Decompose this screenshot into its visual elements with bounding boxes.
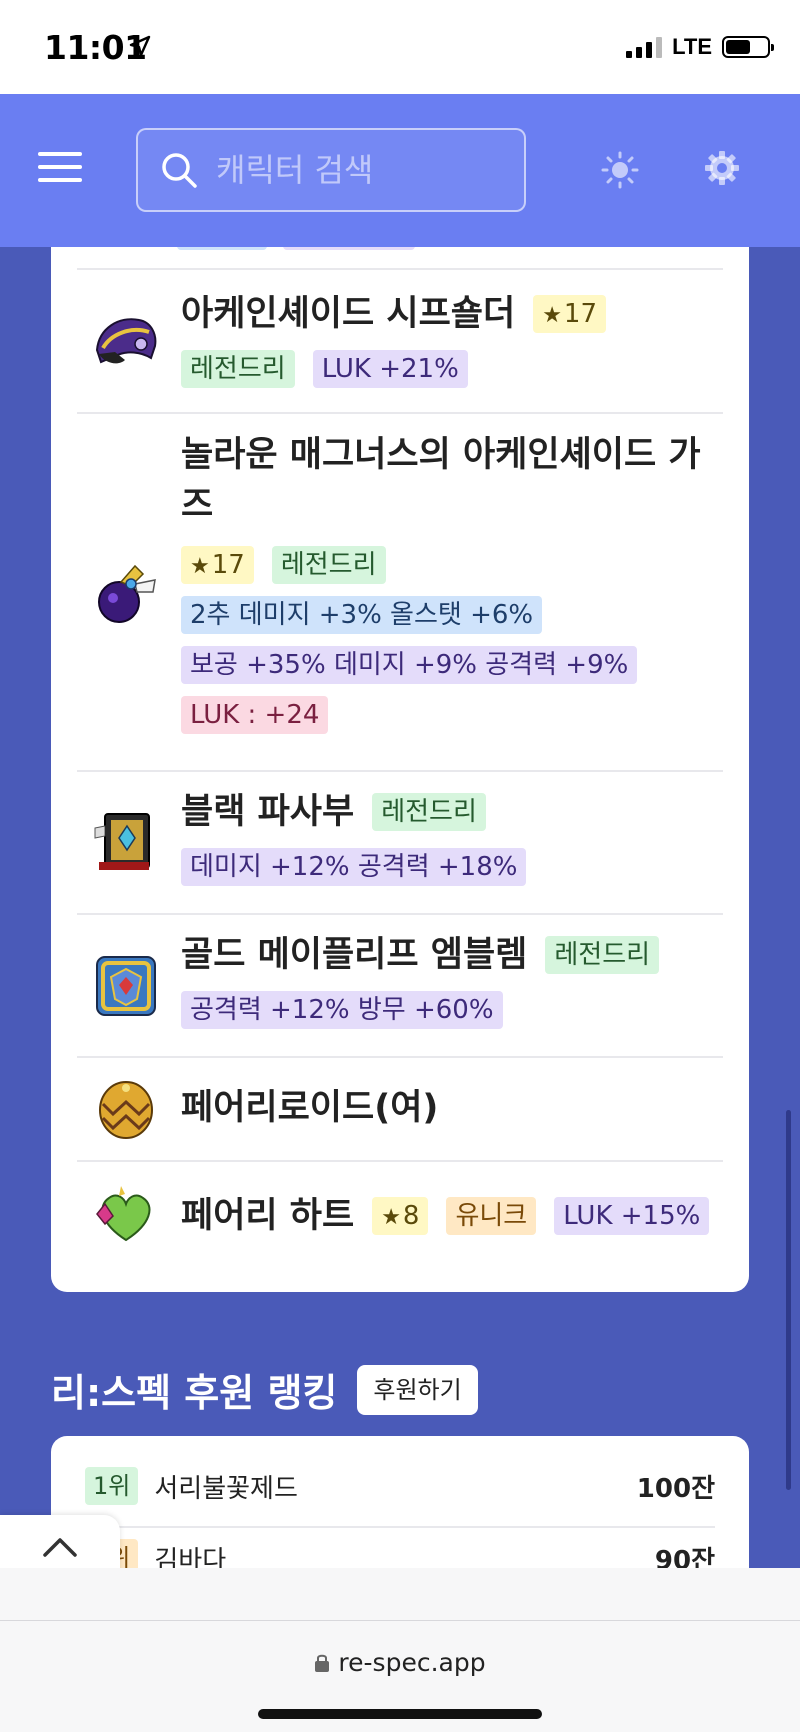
network-label: LTE: [672, 34, 712, 59]
item-name: 골드 메이플리프 엠블렘: [181, 935, 528, 975]
sponsor-amount: 100잔: [636, 1473, 715, 1504]
item-name: 블랙 파사부: [181, 792, 355, 832]
item-row[interactable]: 아케인셰이드 시프숄더 ★17 레전드리 LUK +21%: [77, 268, 723, 412]
search-box[interactable]: [136, 128, 526, 212]
android-heart-item-icon: [99, 1081, 153, 1139]
item-name: 페어리 하트: [181, 1196, 355, 1236]
item-row[interactable]: 놀라운 매그너스의 아케인셰이드 가즈 ★17 레전드리 2추 데미지 +3% …: [77, 412, 723, 770]
heart-item-icon: [96, 1186, 151, 1242]
grade-badge: 유니크: [446, 1197, 537, 1235]
item-name: 페어리로이드(여): [181, 1088, 439, 1128]
item-row[interactable]: 블랙 파사부 레전드리 데미지 +12% 공격력 +18%: [77, 770, 723, 913]
ranking-header: 리:스펙 후원 랭킹 후원하기: [51, 1362, 478, 1417]
status-bar: 11:01 LTE: [0, 0, 800, 94]
star-icon: ★: [542, 303, 562, 328]
starforce-badge: ★17: [533, 295, 607, 333]
sponsor-button[interactable]: 후원하기: [357, 1364, 478, 1415]
item-row[interactable]: 페어리로이드(여): [77, 1056, 723, 1160]
item-name: 놀라운 매그너스의 아케인셰이드 가즈: [181, 435, 701, 525]
emblem-item-icon: [96, 956, 156, 1016]
chevron-up-icon: [43, 1538, 77, 1557]
search-icon: [162, 153, 197, 188]
browser-bar: re-spec.app: [0, 1568, 800, 1732]
star-icon: ★: [381, 1205, 401, 1230]
gear-icon[interactable]: [702, 148, 742, 188]
gaze-item-icon: [98, 564, 156, 623]
potential-option: 데미지 +12% 공격력 +18%: [181, 848, 527, 886]
grade-badge: 레전드리: [271, 546, 386, 584]
badge-item-icon: [94, 813, 150, 870]
potential-option: LUK +15%: [554, 1197, 710, 1235]
additional-option: 2추 데미지 +3% 올스탯 +6%: [181, 596, 543, 634]
character-search-input[interactable]: [216, 151, 516, 189]
potential-option: 보공 +35% 데미지 +9% 공격력 +9%: [181, 646, 638, 684]
app-header: [0, 94, 800, 247]
url-text: re-spec.app: [338, 1648, 486, 1677]
shoulder-item-icon: [95, 318, 157, 364]
ranking-row[interactable]: 1위 서리불꽃제드 100잔: [85, 1450, 715, 1522]
potential-option: LUK +21%: [312, 350, 468, 388]
potential-option: 공격력 +12% 방무 +60%: [181, 991, 503, 1029]
grade-badge: 레전드리: [545, 936, 660, 974]
stat-option: LUK : +24: [181, 696, 329, 734]
status-indicators: LTE: [626, 34, 774, 60]
grade-badge: 레전드리: [372, 793, 486, 831]
item-row[interactable]: 골드 메이플리프 엠블렘 레전드리 공격력 +12% 방무 +60%: [77, 913, 723, 1056]
location-arrow-icon: [129, 35, 151, 57]
signal-icon: [626, 36, 663, 58]
ranking-title: 리:스펙 후원 랭킹: [51, 1371, 338, 1415]
starforce-badge: ★17: [181, 546, 254, 584]
star-icon: ★: [190, 554, 210, 579]
rank-badge: 1위: [85, 1467, 139, 1505]
sponsor-name: 서리불꽃제드: [154, 1473, 298, 1504]
theme-toggle-icon[interactable]: [600, 150, 640, 190]
item-name: 아케인셰이드 시프숄더: [181, 294, 516, 334]
equipment-card: 아케인셰이드 시프숄더 ★17 레전드리 LUK +21% 놀라운 매그너스의 …: [51, 230, 749, 1292]
lock-icon: [315, 1654, 330, 1672]
home-indicator[interactable]: [258, 1709, 542, 1719]
address-bar[interactable]: re-spec.app: [0, 1648, 800, 1677]
grade-badge: 레전드리: [181, 350, 295, 388]
menu-icon[interactable]: [38, 152, 82, 182]
battery-icon: [722, 36, 774, 58]
scrollbar[interactable]: [786, 1110, 791, 1490]
starforce-badge: ★8: [372, 1197, 429, 1235]
item-row[interactable]: 페어리 하트 ★8 유니크 LUK +15%: [77, 1160, 723, 1268]
